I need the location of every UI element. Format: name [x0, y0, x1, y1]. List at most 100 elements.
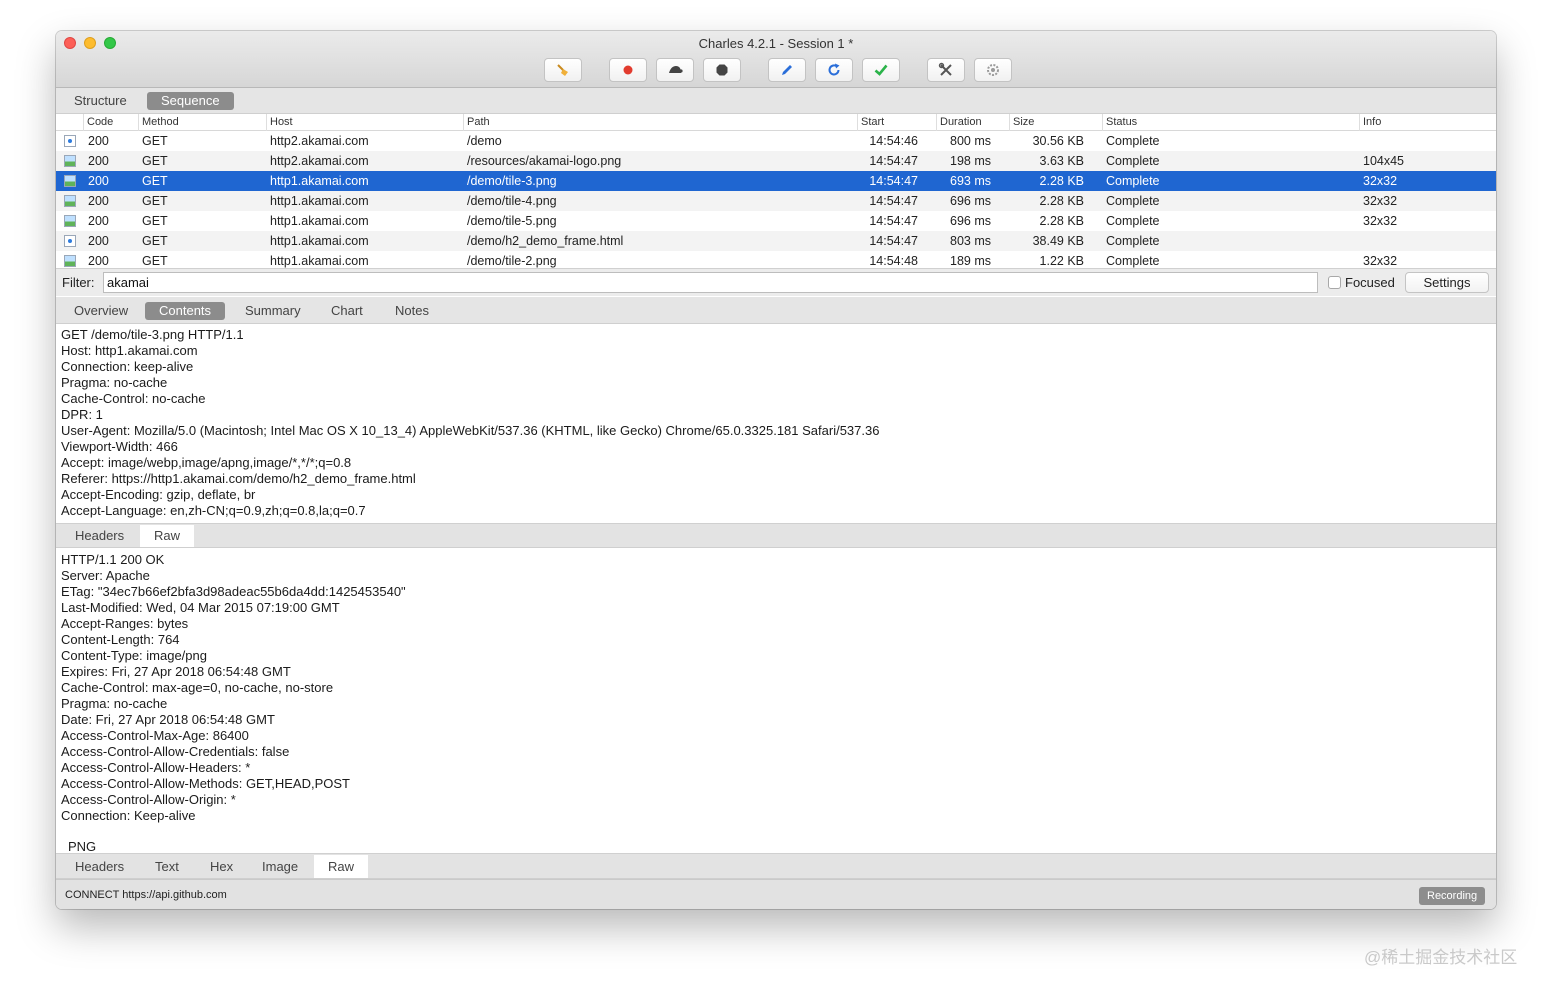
check-icon: [874, 64, 888, 76]
cell-info: 32x32: [1363, 254, 1398, 268]
tab-sequence[interactable]: Sequence: [147, 92, 234, 110]
column-header-code[interactable]: Code: [83, 114, 113, 131]
column-header-path[interactable]: Path: [463, 114, 490, 131]
table-row[interactable]: 200 GET http2.akamai.com/resources/akamai-…: [56, 151, 1496, 171]
tools-button[interactable]: [927, 58, 965, 82]
tab-request-raw[interactable]: Raw: [140, 525, 195, 547]
cell-method: GET: [142, 234, 168, 248]
cell-start: 14:54:47: [869, 234, 918, 248]
tab-overview[interactable]: Overview: [60, 302, 142, 320]
cell-status: Complete: [1106, 154, 1160, 168]
cell-host: http2.akamai.com: [270, 134, 369, 148]
cell-code: 200: [88, 134, 109, 148]
cell-size: 30.56 KB: [1032, 134, 1084, 148]
tab-response-raw[interactable]: Raw: [314, 855, 369, 878]
cell-duration: 198 ms: [950, 154, 991, 168]
record-button[interactable]: [609, 58, 647, 82]
tools-icon: [938, 62, 952, 76]
column-header-start[interactable]: Start: [857, 114, 884, 131]
title-bar: Charles 4.2.1 - Session 1 *: [56, 31, 1496, 88]
table-header: Code Method Host Path Start Duration Siz…: [56, 114, 1496, 131]
image-file-icon: [64, 215, 76, 227]
table-row[interactable]: 200 GET http1.akamai.com/demo/h2_demo_fram…: [56, 231, 1496, 251]
column-header-host[interactable]: Host: [266, 114, 293, 131]
cell-host: http1.akamai.com: [270, 194, 369, 208]
cell-path: /demo/h2_demo_frame.html: [467, 234, 624, 248]
recording-badge[interactable]: Recording: [1419, 887, 1486, 905]
document-file-icon: [64, 135, 76, 147]
window-title: Charles 4.2.1 - Session 1 *: [698, 36, 854, 51]
tab-response-text[interactable]: Text: [141, 858, 193, 876]
validate-button[interactable]: [862, 58, 900, 82]
image-file-icon: [64, 175, 76, 187]
cell-code: 200: [88, 154, 109, 168]
column-header-duration[interactable]: Duration: [936, 114, 982, 131]
cell-path: /demo/tile-5.png: [467, 214, 557, 228]
cell-info: 104x45: [1363, 154, 1405, 168]
tab-chart[interactable]: Chart: [317, 302, 377, 320]
image-file-icon: [64, 255, 76, 267]
column-header-info[interactable]: Info: [1359, 114, 1381, 131]
table-row[interactable]: 200 GET http2.akamai.com/demo 14:54:46 800 m…: [56, 131, 1496, 151]
column-header-size[interactable]: Size: [1009, 114, 1034, 131]
cell-method: GET: [142, 254, 168, 268]
tab-contents[interactable]: Contents: [145, 302, 226, 320]
cell-code: 200: [88, 214, 109, 228]
cell-size: 2.28 KB: [1039, 214, 1084, 228]
status-text: CONNECT https://api.github.com: [65, 889, 227, 901]
request-tabbar: Headers Raw: [56, 523, 1496, 548]
watermark: @稀土掘金技术社区: [1364, 948, 1518, 967]
view-tabbar: Structure Sequence: [56, 88, 1496, 114]
cell-size: 2.28 KB: [1039, 174, 1084, 188]
cell-host: http1.akamai.com: [270, 234, 369, 248]
breakpoint-icon: [716, 64, 728, 76]
cell-code: 200: [88, 254, 109, 268]
table-row[interactable]: 200 GET http1.akamai.com/demo/tile-4.png 14…: [56, 191, 1496, 211]
tab-response-hex[interactable]: Hex: [196, 858, 247, 876]
settings-toolbar-button[interactable]: [974, 58, 1012, 82]
cell-status: Complete: [1106, 254, 1160, 268]
request-text: GET /demo/tile-3.png HTTP/1.1 Host: http…: [61, 327, 880, 518]
tab-response-image[interactable]: Image: [248, 858, 312, 876]
table-row[interactable]: 200 GET http1.akamai.com/demo/tile-5.png 14…: [56, 211, 1496, 231]
tab-structure[interactable]: Structure: [60, 92, 141, 110]
column-header-status[interactable]: Status: [1102, 114, 1137, 131]
app-window: Charles 4.2.1 - Session 1 * Structure Se…: [56, 31, 1496, 909]
cell-start: 14:54:46: [869, 134, 918, 148]
breakpoints-button[interactable]: [703, 58, 741, 82]
document-file-icon: [64, 235, 76, 247]
filter-input[interactable]: [103, 272, 1318, 293]
settings-button[interactable]: Settings: [1405, 272, 1489, 293]
repeat-button[interactable]: [815, 58, 853, 82]
cell-path: /demo/tile-4.png: [467, 194, 557, 208]
response-tabbar: Headers Text Hex Image Raw: [56, 853, 1496, 879]
table-row[interactable]: 200 GET http1.akamai.com/demo/tile-3.png 14…: [56, 171, 1496, 191]
cell-status: Complete: [1106, 214, 1160, 228]
cell-host: http1.akamai.com: [270, 214, 369, 228]
cell-info: 32x32: [1363, 174, 1398, 188]
clear-session-button[interactable]: [544, 58, 582, 82]
cell-size: 1.22 KB: [1039, 254, 1084, 268]
cell-method: GET: [142, 134, 168, 148]
cell-code: 200: [88, 174, 109, 188]
cell-start: 14:54:47: [869, 154, 918, 168]
cell-path: /demo: [467, 134, 502, 148]
refresh-icon: [828, 63, 840, 76]
tab-notes[interactable]: Notes: [381, 302, 443, 320]
cell-duration: 803 ms: [950, 234, 991, 248]
cell-path: /demo/tile-3.png: [467, 174, 557, 188]
broom-icon: [557, 64, 568, 76]
filter-bar: Filter: Focused Settings: [56, 268, 1496, 296]
tab-summary[interactable]: Summary: [231, 302, 315, 320]
focused-checkbox[interactable]: [1328, 276, 1341, 289]
compose-button[interactable]: [768, 58, 806, 82]
cell-status: Complete: [1106, 194, 1160, 208]
cell-start: 14:54:48: [869, 254, 918, 268]
tab-response-headers[interactable]: Headers: [61, 858, 138, 876]
tab-request-headers[interactable]: Headers: [61, 527, 139, 545]
column-header-method[interactable]: Method: [138, 114, 179, 131]
cell-size: 38.49 KB: [1032, 234, 1084, 248]
throttle-button[interactable]: [656, 58, 694, 82]
cell-code: 200: [88, 194, 109, 208]
record-icon: [623, 65, 633, 75]
